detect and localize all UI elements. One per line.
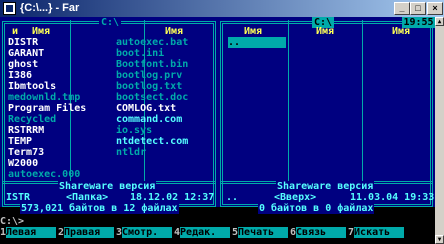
left-file-item[interactable]: bootlog.prv <box>116 70 214 81</box>
vertical-scrollbar[interactable]: ▲ ▼ <box>435 17 444 244</box>
right-file-column-1: .. <box>228 37 286 48</box>
left-file-item[interactable]: Ibmtools <box>8 81 108 92</box>
left-file-item[interactable]: boot.ini <box>116 48 214 59</box>
left-file-item[interactable]: ntdetect.com <box>116 136 214 147</box>
maximize-button[interactable]: □ <box>410 2 426 15</box>
left-col-header-2: Имя <box>32 26 51 37</box>
close-button[interactable]: × <box>427 2 443 15</box>
left-col-header-3: Имя <box>165 26 184 37</box>
fkey-5[interactable]: 5Печать <box>232 227 289 238</box>
scroll-up-arrow-icon[interactable]: ▲ <box>435 17 444 26</box>
left-col-header-1: и <box>12 26 19 37</box>
left-file-item[interactable]: autoexec.bat <box>116 37 214 48</box>
command-line[interactable]: C:\> <box>0 216 24 227</box>
left-file-item[interactable]: Program Files <box>8 103 108 114</box>
left-panel-path: C:\ <box>99 17 122 28</box>
right-info-date: 11.03.04 19:33 <box>350 192 435 203</box>
console-area: C:\ и Имя Имя DISTR GARANT ghost I386 Ibmtoo… <box>0 17 435 244</box>
left-file-item[interactable]: DISTR <box>8 37 108 48</box>
left-file-item[interactable]: W2000 <box>8 158 108 169</box>
left-file-item[interactable]: GARANT <box>8 48 108 59</box>
left-file-item[interactable]: bootlog.txt <box>116 81 214 92</box>
left-file-item[interactable]: TEMP <box>8 136 108 147</box>
left-file-item[interactable]: autoexec.000 <box>8 169 108 180</box>
left-file-item[interactable]: ntldr <box>116 147 214 158</box>
title-bar[interactable]: {C:\...} - Far _ □ × <box>0 0 444 17</box>
fkey-label: Смотр. <box>122 227 173 238</box>
right-column-divider-2 <box>362 20 363 184</box>
far-window: {C:\...} - Far _ □ × C:\ и Имя Имя DISTR… <box>0 0 444 244</box>
left-panel[interactable]: C:\ и Имя Имя DISTR GARANT ghost I386 Ibmtoo… <box>0 17 218 214</box>
left-info-type: <Папка> <box>66 192 109 203</box>
function-key-bar: 1Левая 2Правая 3Смотр. 4Редак. 5Печать 6Связь… <box>0 227 435 238</box>
left-file-item[interactable]: COMLOG.txt <box>116 103 214 114</box>
left-file-item[interactable]: medownld.tmp <box>8 92 108 103</box>
fkey-2[interactable]: 2Правая <box>58 227 115 238</box>
left-file-item[interactable]: ghost <box>8 59 108 70</box>
fkey-3[interactable]: 3Смотр. <box>116 227 173 238</box>
fkey-label: Редак. <box>180 227 231 238</box>
fkey-1[interactable]: 1Левая <box>0 227 57 238</box>
minimize-button[interactable]: _ <box>394 2 410 15</box>
left-file-item[interactable]: command.com <box>116 114 214 125</box>
left-file-column-1: DISTR GARANT ghost I386 Ibmtools medownld.tmp… <box>8 37 108 180</box>
right-col-header-1: Имя <box>244 26 263 37</box>
left-file-item[interactable]: RSTRRM <box>8 125 108 136</box>
window-title: {C:\...} - Far <box>20 2 80 14</box>
fkey-label: Левая <box>6 227 57 238</box>
far-app-icon <box>3 2 16 15</box>
right-panel[interactable]: C:\ Имя Имя Имя .. Shareware версия .. <… <box>218 17 435 214</box>
left-file-item[interactable]: io.sys <box>116 125 214 136</box>
right-info-name: .. <box>226 192 239 203</box>
left-file-item[interactable]: Bootfont.bin <box>116 59 214 70</box>
right-footer-label: Shareware версия <box>276 181 375 192</box>
right-file-item[interactable]: .. <box>228 37 286 48</box>
left-file-item[interactable]: bootsect.doc <box>116 92 214 103</box>
right-summary: 0 байтов в 0 файлах <box>258 203 375 214</box>
left-summary: 573,021 байтов в 12 файлах <box>20 203 179 214</box>
left-info-date: 18.12.02 12:37 <box>130 192 215 203</box>
fkey-label: Правая <box>64 227 115 238</box>
left-file-item[interactable]: Recycled <box>8 114 108 125</box>
left-file-column-2: autoexec.bat boot.ini Bootfont.bin bootlog.… <box>116 37 214 158</box>
left-info-name: ISTR <box>6 192 31 203</box>
fkey-label: Искать <box>354 227 405 238</box>
fkey-label: Печать <box>238 227 289 238</box>
left-file-item[interactable]: I386 <box>8 70 108 81</box>
right-column-divider-1 <box>288 20 289 184</box>
fkey-6[interactable]: 6Связь <box>290 227 347 238</box>
fkey-4[interactable]: 4Редак. <box>174 227 231 238</box>
fkey-label: Связь <box>296 227 347 238</box>
right-col-header-2: Имя <box>316 26 335 37</box>
left-file-item[interactable]: Term73 <box>8 147 108 158</box>
scroll-down-arrow-icon[interactable]: ▼ <box>435 235 444 244</box>
right-info-type: <Вверх> <box>274 192 317 203</box>
fkey-7[interactable]: 7Искать <box>348 227 405 238</box>
right-panel-frame <box>220 21 433 207</box>
left-footer-label: Shareware версия <box>58 181 157 192</box>
clock: 19:55 <box>402 17 435 28</box>
